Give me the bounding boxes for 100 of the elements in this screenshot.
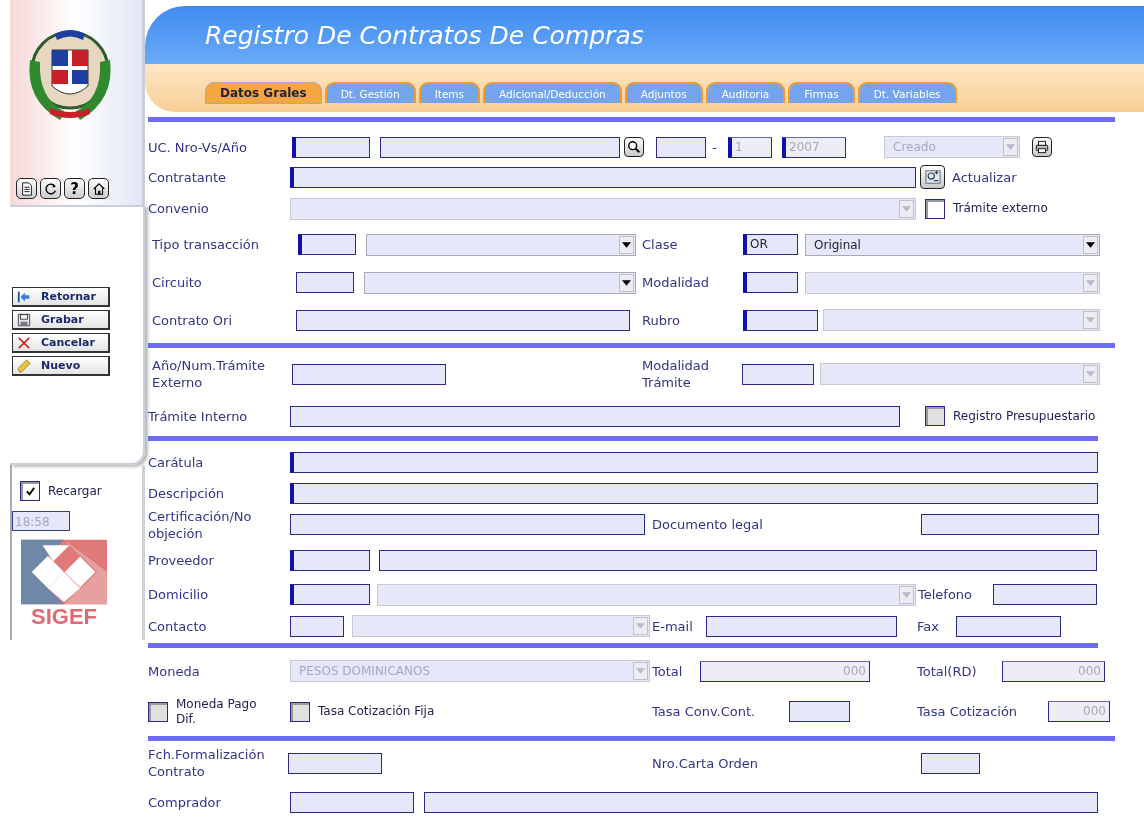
field-label: Moneda bbox=[148, 662, 201, 680]
text-field[interactable] bbox=[290, 584, 370, 605]
document-button[interactable] bbox=[16, 178, 37, 199]
field-label: Proveedor bbox=[148, 552, 215, 569]
caret-icon bbox=[902, 591, 911, 598]
field-label: UC. Nro-Vs/Año bbox=[148, 138, 248, 156]
sidebar-button[interactable]: Grabar bbox=[12, 310, 110, 330]
checkbox-label: Registro Presupuestario bbox=[953, 408, 1097, 424]
text-field[interactable] bbox=[296, 272, 354, 293]
tab[interactable]: Adicional/Deducción bbox=[483, 82, 622, 103]
text-field[interactable] bbox=[956, 615, 1061, 637]
refresh-button[interactable] bbox=[40, 178, 61, 199]
checkmark-icon bbox=[24, 485, 36, 497]
text-field[interactable] bbox=[290, 514, 645, 535]
back-arrow-icon bbox=[17, 289, 31, 304]
field-label: Tasa Conv.Cont. bbox=[652, 703, 757, 720]
home-button[interactable] bbox=[88, 178, 109, 199]
tab[interactable]: Auditoria bbox=[705, 82, 786, 103]
field-label: Fch.Formalización Contrato bbox=[148, 746, 266, 780]
document-icon bbox=[19, 181, 34, 196]
text-field[interactable] bbox=[290, 166, 916, 188]
tab[interactable]: Dt. Variables bbox=[857, 82, 957, 103]
tab[interactable]: Items bbox=[418, 82, 481, 103]
text-field[interactable] bbox=[290, 550, 370, 571]
text-field[interactable] bbox=[742, 363, 814, 385]
caret-icon bbox=[636, 668, 645, 674]
caret-icon bbox=[1006, 144, 1015, 150]
text-field[interactable] bbox=[993, 584, 1097, 605]
field-label: Domicilio bbox=[148, 586, 210, 603]
field-label: Contratante bbox=[148, 168, 228, 186]
text-field[interactable] bbox=[290, 405, 900, 427]
search-icon bbox=[627, 140, 641, 154]
text-field[interactable] bbox=[290, 791, 414, 813]
caret-icon bbox=[1086, 371, 1095, 377]
pencil-icon bbox=[17, 358, 31, 373]
logo-text: SIGEF bbox=[31, 605, 97, 629]
refresh-icon bbox=[43, 181, 58, 196]
field-label: Fax bbox=[917, 617, 940, 635]
update-button[interactable] bbox=[920, 165, 945, 189]
field-label: Tipo transacción bbox=[152, 236, 260, 253]
text-field[interactable] bbox=[288, 752, 382, 774]
search-button[interactable] bbox=[624, 137, 644, 157]
field-label: E-mail bbox=[652, 617, 694, 635]
help-button[interactable]: ? bbox=[64, 178, 85, 199]
field-label: Clase bbox=[642, 236, 679, 253]
caret-icon bbox=[1086, 317, 1095, 323]
window-title: Registro De Contratos De Compras bbox=[205, 20, 644, 50]
dropdown-arrow-button[interactable] bbox=[619, 235, 634, 254]
dropdown-arrow-button[interactable] bbox=[1083, 235, 1098, 254]
text-field[interactable] bbox=[290, 482, 1098, 504]
reload-checkbox[interactable] bbox=[20, 481, 40, 501]
field-label: Documento legal bbox=[652, 516, 764, 533]
caret-icon bbox=[622, 279, 631, 286]
field-label: Modalidad Trámite bbox=[642, 357, 711, 391]
field-text: - bbox=[712, 138, 718, 156]
field-label: Convenio bbox=[148, 200, 210, 217]
tab[interactable]: Firmas bbox=[788, 82, 855, 103]
text-field[interactable] bbox=[789, 701, 850, 722]
tab[interactable]: Datos Grales bbox=[205, 82, 322, 104]
text-field[interactable] bbox=[743, 309, 818, 331]
caret-icon bbox=[622, 241, 631, 248]
checkbox-label: Tasa Cotización Fija bbox=[318, 704, 436, 719]
text-field[interactable] bbox=[292, 136, 370, 158]
text-field[interactable] bbox=[296, 309, 630, 331]
dropdown-arrow-button[interactable] bbox=[619, 273, 634, 292]
print-button[interactable] bbox=[1032, 137, 1052, 157]
field-label: Tasa Cotización bbox=[917, 703, 1019, 720]
field-label: Carátula bbox=[148, 453, 205, 471]
sidebar-button[interactable]: Retornar bbox=[12, 287, 110, 307]
tab[interactable]: Dt. Gestión bbox=[324, 82, 416, 103]
text-field[interactable] bbox=[379, 550, 1097, 571]
text-field[interactable] bbox=[290, 615, 344, 637]
dropdown[interactable]: Original bbox=[805, 233, 1100, 256]
field-label: Telefono bbox=[918, 586, 974, 603]
time-field: 18:58 bbox=[12, 511, 70, 531]
text-field[interactable] bbox=[921, 514, 1099, 535]
text-field[interactable] bbox=[656, 136, 706, 158]
text-field[interactable] bbox=[298, 234, 356, 255]
text-field[interactable] bbox=[380, 136, 620, 158]
cross-icon bbox=[17, 335, 31, 350]
text-field[interactable] bbox=[743, 272, 798, 293]
field-label: Circuito bbox=[152, 274, 203, 291]
text-field[interactable]: OR bbox=[743, 234, 798, 255]
tab[interactable]: Adjuntos bbox=[624, 82, 703, 103]
checkbox[interactable] bbox=[925, 198, 945, 219]
text-field[interactable] bbox=[706, 615, 897, 637]
text-field[interactable] bbox=[290, 451, 1098, 473]
field-label: Contrato Ori bbox=[152, 311, 234, 329]
field-label: Rubro bbox=[642, 311, 681, 329]
field-label: Total bbox=[652, 662, 684, 680]
sidebar-button[interactable]: Nuevo bbox=[12, 356, 110, 376]
text-field[interactable] bbox=[921, 752, 980, 774]
field-label: Año/Num.Trámite Externo bbox=[152, 357, 266, 391]
field-label: Certificación/No objeción bbox=[148, 507, 253, 542]
text-field[interactable] bbox=[292, 363, 446, 385]
checkbox-label: Trámite externo bbox=[953, 201, 1049, 216]
checkbox-label: Moneda Pago Dif. bbox=[176, 696, 258, 727]
sidebar-button[interactable]: Cancelar bbox=[12, 333, 110, 353]
caret-icon bbox=[1086, 241, 1095, 248]
text-field[interactable] bbox=[424, 791, 1098, 813]
